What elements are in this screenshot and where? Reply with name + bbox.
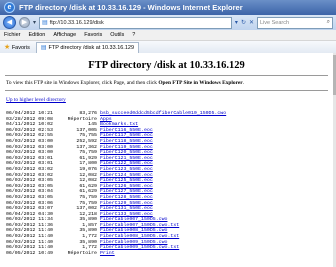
entry-date: 06/04/2012 10:21: [6, 111, 53, 116]
back-button[interactable]: ◀: [3, 16, 16, 29]
page-content: FTP directory /disk at 10.33.16.129 To v…: [0, 53, 333, 267]
entry-link[interactable]: FiberC118_550E.eoc: [100, 139, 153, 144]
entry-date: 06/03/2012 03:07: [6, 206, 53, 212]
entry-link[interactable]: FiberCable009_150D5.cwo.txt: [100, 245, 179, 250]
listing-row: 06/05/2012 10:49 Répertoire Print: [6, 251, 327, 257]
search-input[interactable]: Live Search ⌕: [257, 16, 333, 29]
entry-link[interactable]: FiberC122_550E.eoc: [100, 161, 153, 166]
menu-favoris[interactable]: Favoris: [84, 32, 102, 38]
menu-bar: Fichier Edition Affichage Favoris Outils…: [0, 30, 336, 41]
entry-link[interactable]: FiberC128_550E.eoc: [100, 195, 153, 200]
entry-date: 06/03/2012 11:40: [6, 239, 53, 245]
stop-icon[interactable]: ✕: [249, 19, 254, 26]
entry-link[interactable]: Bookmarks.txt: [100, 122, 138, 127]
internet-explorer-icon: e: [4, 2, 15, 13]
entry-link[interactable]: FiberC120_550E.eoc: [100, 150, 153, 155]
menu-fichier[interactable]: Fichier: [4, 32, 21, 38]
entry-date: 06/03/2012 03:01: [6, 155, 53, 161]
entry-date: 06/03/2012 03:05: [6, 183, 53, 189]
ftp-page-icon: ▤: [42, 20, 48, 26]
entry-link[interactable]: FiberC125_550E.eoc: [100, 178, 153, 183]
favorites-label: Favoris: [11, 45, 30, 51]
search-placeholder: Live Search: [260, 19, 290, 26]
page-heading: FTP directory /disk at 10.33.16.129: [88, 60, 245, 71]
address-toolbar: ◀ ▶ ▾ ▤ ftp://10.33.16.129/disk ▾ ↻ ✕ Li…: [0, 15, 336, 30]
up-directory-link[interactable]: Up to higher level directory: [6, 97, 327, 103]
entry-link[interactable]: FiberCable007_150D5.cwo: [100, 217, 168, 222]
entry-date: 06/03/2012 11:40: [6, 245, 53, 251]
entry-link[interactable]: FiberC124_550E.eoc: [100, 173, 153, 178]
entry-date: 06/03/2012 03:05: [6, 178, 53, 184]
address-url: ftp://10.33.16.129/disk: [49, 19, 104, 26]
entry-link[interactable]: Apps: [100, 117, 112, 122]
entry-date: 06/03/2012 11:40: [6, 234, 53, 240]
search-icon[interactable]: ⌕: [327, 19, 330, 26]
entry-link[interactable]: FiberC131_550E.eoc: [100, 206, 153, 211]
entry-date: 04/11/2012 10:02: [6, 122, 53, 128]
entry-link[interactable]: FiberC123_550E.eoc: [100, 167, 153, 172]
entry-link[interactable]: FiberC126_550E.eoc: [100, 184, 153, 189]
entry-date: 06/05/2012 10:49: [6, 250, 53, 256]
entry-link[interactable]: FiberCable008_150D5.cwo: [100, 228, 168, 233]
forward-button[interactable]: ▶: [19, 17, 30, 28]
window-title: FTP directory /disk at 10.33.16.129 - Wi…: [19, 3, 243, 12]
entry-link[interactable]: FiberC121_550E.eoc: [100, 156, 153, 161]
menu-help[interactable]: ?: [132, 32, 135, 38]
info-suffix: .: [242, 80, 245, 86]
entry-link[interactable]: Print: [100, 251, 115, 256]
entry-date: 06/03/2012 11:40: [6, 228, 53, 234]
address-bar[interactable]: ▤ ftp://10.33.16.129/disk: [39, 16, 232, 29]
divider: [5, 75, 328, 76]
entry-date: 06/03/2012 03:00: [6, 150, 53, 156]
entry-date: 06/03/2012 11:34: [6, 217, 53, 223]
entry-size: Répertoire: [67, 250, 97, 256]
tab-label: FTP directory /disk at 10.33.16.129: [48, 44, 135, 51]
entry-date: 06/03/2012 03:04: [6, 189, 53, 195]
entry-link[interactable]: bsb_succeed0ddcd5bcdfiberCable010_150D5.…: [100, 111, 226, 116]
directory-listing: 06/04/2012 10:21 83,276 bsb_succeed0ddcd5b…: [6, 111, 327, 256]
entry-date: 06/03/2012 03:06: [6, 200, 53, 206]
tab-page-icon: ▤: [40, 45, 47, 51]
entry-link[interactable]: FiberCable009_150D5.cwo: [100, 240, 168, 245]
entry-date: 06/03/2012 03:00: [6, 144, 53, 150]
menu-outils[interactable]: Outils: [110, 32, 124, 38]
title-bar: e FTP directory /disk at 10.33.16.129 - …: [0, 0, 336, 15]
menu-edition[interactable]: Edition: [29, 32, 46, 38]
info-bold: Open FTP Site in Windows Explorer: [158, 80, 243, 86]
recent-pages-dropdown-icon[interactable]: ▾: [33, 19, 36, 26]
entry-link[interactable]: FiberC127_550E.eoc: [100, 189, 153, 194]
address-dropdown-icon[interactable]: ▾: [235, 19, 238, 26]
entry-date: 06/04/2012 04:30: [6, 211, 53, 217]
entry-date: 06/03/2012 03:01: [6, 161, 53, 167]
entry-link[interactable]: FiberC133_550E.eoc: [100, 212, 153, 217]
entry-date: 06/03/2012 03:02: [6, 166, 53, 172]
favorites-button[interactable]: ★ Favoris: [4, 43, 30, 51]
info-prefix: To view this FTP site in Windows Explore…: [6, 80, 159, 86]
entry-link[interactable]: FiberC119_550E.eoc: [100, 145, 153, 150]
entry-link[interactable]: FiberC117_550E.eoc: [100, 133, 153, 138]
divider: [5, 90, 328, 91]
entry-link[interactable]: FiberC129_550E.eoc: [100, 201, 153, 206]
star-icon: ★: [4, 44, 11, 51]
entry-date: 06/03/2012 02:55: [6, 133, 53, 139]
entry-date: 06/03/2012 03:05: [6, 194, 53, 200]
entry-date: 03/28/2012 09:08: [6, 116, 53, 122]
entry-date: 06/03/2012 03:00: [6, 138, 53, 144]
refresh-icon[interactable]: ↻: [241, 19, 246, 26]
info-text: To view this FTP site in Windows Explore…: [6, 80, 327, 86]
entry-link[interactable]: FiberCable008_150D5.cwo.txt: [100, 234, 179, 239]
tab-ftp-directory[interactable]: ▤ FTP directory /disk at 10.33.16.129: [35, 41, 140, 53]
entry-date: 06/03/2012 03:02: [6, 172, 53, 178]
menu-affichage[interactable]: Affichage: [53, 32, 76, 38]
